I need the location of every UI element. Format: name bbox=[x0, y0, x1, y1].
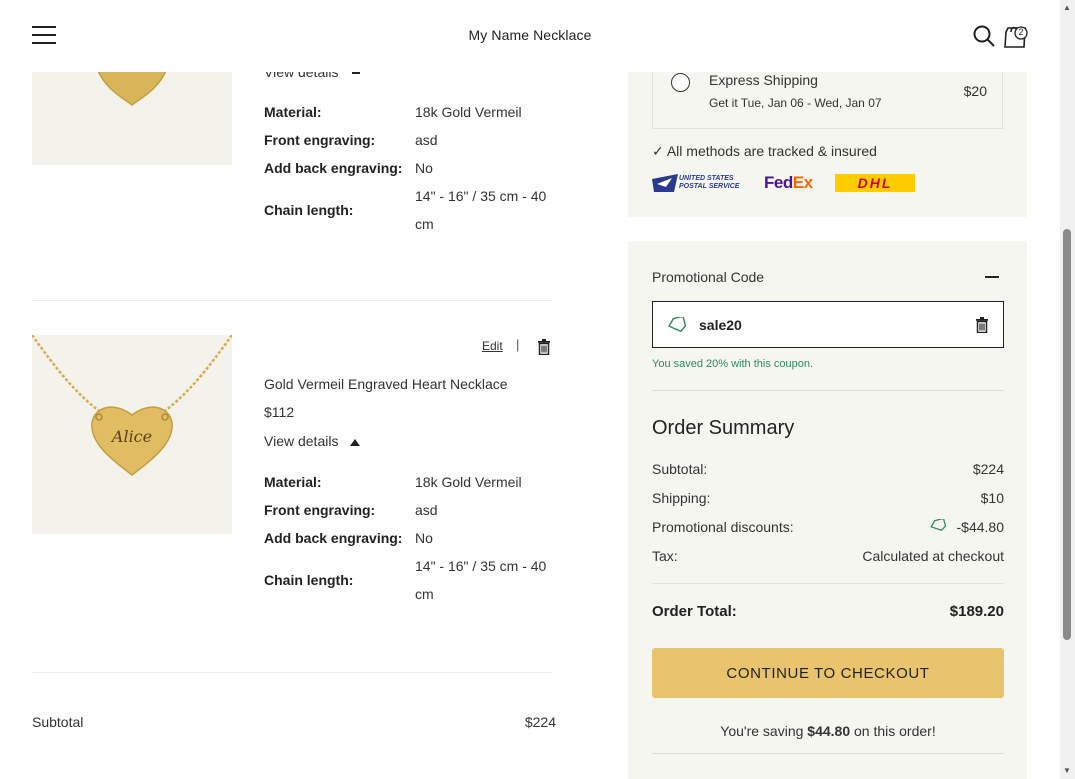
spec-value: No bbox=[415, 160, 433, 176]
tracked-note: ✓ All methods are tracked & insured bbox=[652, 143, 877, 159]
spec-value-line: cm bbox=[415, 586, 434, 602]
spec-label: Material: bbox=[264, 104, 322, 120]
savings-prefix: You're saving bbox=[720, 723, 808, 739]
trash-icon[interactable] bbox=[537, 339, 551, 355]
spec-label: Chain length: bbox=[264, 202, 354, 218]
edit-item-link[interactable]: Edit bbox=[482, 339, 503, 353]
search-icon[interactable] bbox=[972, 24, 996, 48]
product-price: $112 bbox=[264, 404, 295, 420]
item-divider bbox=[32, 300, 552, 301]
usps-line: UNITED STATES bbox=[679, 175, 734, 182]
promo-code-value: sale20 bbox=[699, 317, 742, 333]
spec-value-line: 14" - 16" / 35 cm - 40 bbox=[415, 188, 547, 204]
spec-value: 18k Gold Vermeil bbox=[415, 104, 522, 120]
tag-icon bbox=[668, 317, 687, 333]
product-image-2[interactable]: Alice bbox=[32, 335, 232, 534]
spec-value: asd bbox=[415, 132, 438, 148]
promo-success-message: You saved 20% with this coupon. bbox=[652, 358, 814, 370]
spec-label: Add back engraving: bbox=[264, 530, 403, 546]
summary-divider bbox=[652, 583, 1004, 584]
continue-to-checkout-button[interactable]: CONTINUE TO CHECKOUT bbox=[652, 648, 1004, 698]
engraving-text: Alice bbox=[110, 427, 152, 446]
dhl-text: DHL bbox=[857, 175, 893, 191]
shipping-radio[interactable] bbox=[671, 73, 690, 92]
cart-button[interactable]: 2 bbox=[1002, 23, 1030, 49]
shipping-label: Shipping: bbox=[652, 490, 711, 506]
heart-necklace-image: Alice bbox=[32, 335, 232, 476]
shipping-option-price: $20 bbox=[963, 83, 987, 99]
savings-amount: $44.80 bbox=[807, 723, 851, 739]
subtotal-value: $224 bbox=[972, 461, 1004, 477]
scrollbar-thumb[interactable] bbox=[1063, 229, 1071, 640]
brand-logo[interactable]: My Name Necklace bbox=[0, 27, 1060, 43]
site-header: My Name Necklace 2 bbox=[0, 0, 1060, 72]
tax-value: Calculated at checkout bbox=[862, 548, 1004, 564]
spec-value: 18k Gold Vermeil bbox=[415, 474, 522, 490]
collapse-minus-icon[interactable] bbox=[985, 276, 999, 278]
fedex-fed: Fed bbox=[764, 173, 793, 192]
order-total-label: Order Total: bbox=[652, 603, 737, 620]
shipping-option-eta: Get it Tue, Jan 06 - Wed, Jan 07 bbox=[709, 96, 882, 110]
scroll-up-arrow[interactable]: ▲ bbox=[1063, 3, 1071, 12]
order-summary-title: Order Summary bbox=[652, 417, 795, 439]
chevron-up-icon bbox=[352, 72, 361, 75]
promo-section-title[interactable]: Promotional Code bbox=[652, 269, 764, 285]
view-details-toggle-2[interactable]: View details bbox=[264, 433, 361, 449]
caret-up-icon bbox=[350, 438, 361, 446]
action-separator: | bbox=[516, 337, 520, 352]
discount-label: Promotional discounts: bbox=[652, 519, 794, 535]
spec-label: Add back engraving: bbox=[264, 160, 403, 176]
cart-count-badge: 2 bbox=[1018, 27, 1024, 37]
product-name[interactable]: Gold Vermeil Engraved Heart Necklace bbox=[264, 376, 508, 392]
subtotal-label: Subtotal: bbox=[652, 461, 708, 477]
savings-suffix: on this order! bbox=[850, 723, 936, 739]
promo-code-field[interactable]: sale20 bbox=[652, 301, 1004, 348]
savings-message: You're saving $44.80 on this order! bbox=[652, 723, 1004, 739]
spec-value-line: 14" - 16" / 35 cm - 40 bbox=[415, 558, 547, 574]
fedex-logo: FedEx bbox=[764, 173, 813, 193]
view-details-label: View details bbox=[264, 433, 339, 449]
spec-label: Front engraving: bbox=[264, 502, 376, 518]
discount-value: -$44.80 bbox=[956, 519, 1004, 535]
tax-label: Tax: bbox=[652, 548, 678, 564]
spec-value: 14" - 16" / 35 cm - 40 cm bbox=[415, 552, 546, 608]
spec-value: asd bbox=[415, 502, 438, 518]
spec-label: Front engraving: bbox=[264, 132, 376, 148]
trash-icon[interactable] bbox=[975, 317, 989, 333]
summary-divider bbox=[652, 390, 1004, 391]
tag-icon bbox=[930, 519, 946, 532]
eagle-icon bbox=[652, 174, 678, 192]
shipping-option-name: Express Shipping bbox=[709, 72, 818, 88]
order-total-value: $189.20 bbox=[949, 603, 1004, 620]
dhl-logo: DHL bbox=[835, 174, 915, 192]
spec-label: Chain length: bbox=[264, 572, 354, 588]
spec-value: No bbox=[415, 530, 433, 546]
item-divider bbox=[32, 672, 552, 673]
cart-subtotal-label: Subtotal bbox=[32, 714, 84, 730]
scroll-down-arrow[interactable]: ▼ bbox=[1063, 766, 1071, 775]
fedex-ex: Ex bbox=[792, 173, 813, 192]
usps-logo: UNITED STATES POSTAL SERVICE bbox=[652, 174, 750, 192]
spec-value: 14" - 16" / 35 cm - 40 cm bbox=[415, 182, 546, 238]
shipping-value: $10 bbox=[980, 490, 1004, 506]
spec-value-line: cm bbox=[415, 216, 434, 232]
cart-subtotal-value: $224 bbox=[524, 714, 556, 730]
spec-label: Material: bbox=[264, 474, 322, 490]
summary-divider bbox=[652, 753, 1004, 754]
usps-line: POSTAL SERVICE bbox=[679, 183, 740, 190]
